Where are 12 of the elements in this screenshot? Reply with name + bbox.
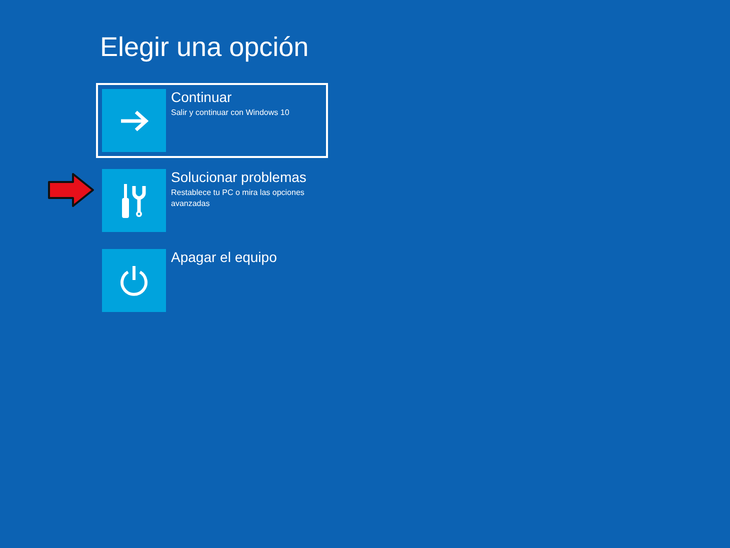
option-label: Apagar el equipo bbox=[171, 249, 277, 266]
tools-icon bbox=[121, 184, 147, 218]
option-label: Solucionar problemas bbox=[171, 169, 308, 186]
option-description: Restablece tu PC o mira las opciones avanzadas bbox=[171, 187, 306, 209]
option-description: Salir y continuar con Windows 10 bbox=[171, 107, 290, 118]
arrow-right-icon bbox=[119, 110, 149, 132]
page-title: Elegir una opción bbox=[99, 31, 310, 64]
option-button[interactable]: Apagar el equipo bbox=[96, 243, 328, 318]
option-button[interactable]: Solucionar problemas Restablece tu PC o mira las opciones avanzadas bbox=[96, 163, 328, 238]
power-icon bbox=[119, 264, 149, 296]
option-label: Continuar bbox=[171, 89, 233, 106]
option-button[interactable]: Continuar Salir y continuar con Windows 10 bbox=[96, 83, 328, 158]
